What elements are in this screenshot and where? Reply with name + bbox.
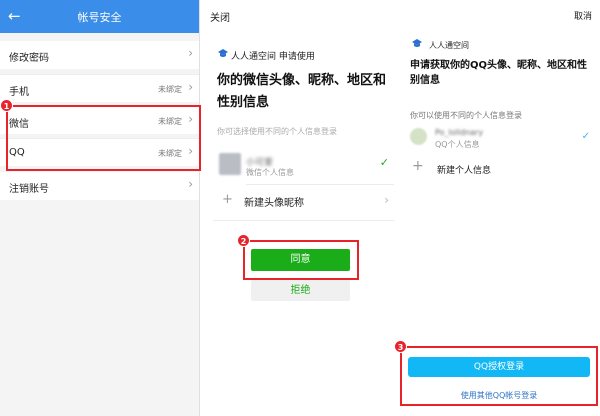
new-profile-label[interactable]: 新建个人信息 (437, 163, 491, 176)
row-label: 修改密码 (9, 53, 49, 64)
chevron-right-icon: › (188, 177, 193, 191)
step-badge-1: 1 (0, 99, 13, 112)
plus-icon[interactable]: + (412, 158, 424, 174)
profile-sub: 微信个人信息 (246, 168, 294, 177)
chevron-right-icon: › (384, 193, 389, 207)
permission-title: 你的微信头像、昵称、地区和性别信息 (217, 73, 387, 110)
profile-hint: 你可以使用不同的个人信息登录 (410, 111, 522, 120)
profile-sub: QQ个人信息 (435, 140, 480, 149)
close-button[interactable]: 关闭 (210, 9, 230, 24)
plus-icon: + (222, 192, 233, 207)
header-bar: ← 帐号安全 (0, 0, 199, 33)
highlight-box-step2 (243, 240, 359, 280)
row-status: 未绑定 (158, 85, 182, 94)
row-label: 注销账号 (9, 184, 49, 195)
row-delete-account[interactable]: 注销账号 › (0, 172, 199, 200)
wechat-profile-option[interactable]: 小可爱 微信个人信息 ✓ (213, 149, 395, 183)
chevron-right-icon: › (188, 46, 193, 60)
wechat-auth-panel: 关闭 人人通空间 申请使用 你的微信头像、昵称、地区和性别信息 你可选择使用不同… (200, 0, 400, 416)
permission-title: 申请获取你的QQ头像、昵称、地区和性别信息 (410, 60, 588, 86)
cancel-button[interactable]: 取消 (574, 9, 592, 22)
new-profile-label: 新建头像昵称 (244, 198, 304, 209)
app-request-line: 人人通空间 申请使用 (231, 52, 315, 62)
chevron-right-icon: › (188, 80, 193, 94)
row-change-password[interactable]: 修改密码 › (0, 41, 199, 69)
avatar (219, 153, 241, 175)
new-avatar-nickname-option[interactable]: + 新建头像昵称 › (213, 188, 395, 222)
app-name: 人人通空间 (429, 41, 469, 50)
divider (246, 184, 394, 185)
step-badge-2: 2 (237, 234, 250, 247)
reject-button[interactable]: 拒绝 (251, 280, 350, 301)
highlight-box-step1 (6, 105, 201, 171)
app-logo-icon (412, 39, 422, 47)
check-icon: ✓ (581, 131, 590, 142)
avatar[interactable] (410, 128, 427, 145)
check-icon: ✓ (379, 156, 389, 169)
profile-name[interactable]: Po_lolldnary (435, 128, 483, 137)
step-badge-3: 3 (394, 340, 407, 353)
app-logo-icon (218, 49, 228, 57)
row-phone[interactable]: 手机 未绑定 › (0, 74, 199, 102)
highlight-box-step3 (400, 346, 598, 406)
profile-hint: 你可选择使用不同的个人信息登录 (217, 127, 337, 136)
page-title: 帐号安全 (77, 11, 122, 24)
divider (213, 220, 394, 221)
account-security-panel: ← 帐号安全 修改密码 › 手机 未绑定 › 微信 未绑定 › QQ 未绑定 ›… (0, 0, 200, 416)
row-label: 手机 (9, 87, 29, 98)
